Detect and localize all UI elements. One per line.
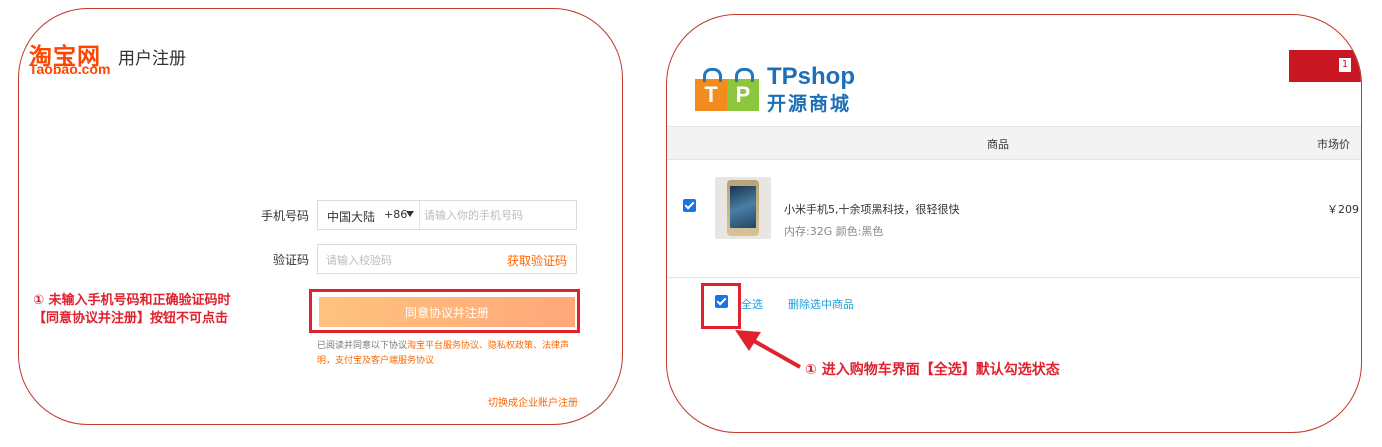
switch-enterprise-link[interactable]: 切换成企业账户注册 [488,394,578,409]
annotation-line-1: ① 未输入手机号码和正确验证码时 [33,293,231,308]
agreement-prefix: 已阅读并同意以下协议 [317,341,408,351]
agreement-text: 已阅读并同意以下协议淘宝平台服务协议、隐私权政策、法律声明，支付宝及客户端服务协… [317,339,579,369]
annotation-right: ① 进入购物车界面【全选】默认勾选状态 [805,362,1060,378]
divider [419,201,420,229]
country-select[interactable]: 中国大陆 [327,208,375,225]
phone-input[interactable] [422,203,574,227]
taobao-register-panel: 淘宝网 Taobao.com 用户注册 手机号码 中国大陆 +86 验证码 获取… [18,8,623,425]
agree-register-button[interactable]: 同意协议并注册 [319,297,575,327]
phone-field-group: 中国大陆 +86 [317,200,577,230]
taobao-logo-en: Taobao.com [29,61,111,77]
verification-code-input[interactable] [324,248,488,272]
taobao-logo[interactable]: 淘宝网 Taobao.com [25,37,117,81]
get-code-button[interactable]: 获取验证码 [507,252,567,269]
country-code[interactable]: +86 [384,208,407,221]
tpshop-cart-panel: T P TPshop 开源商城 1 商品 市场价 小米手机5,十余项黑科技，很轻… [666,14,1362,433]
code-field-group: 获取验证码 [317,244,577,274]
page-title: 用户注册 [118,49,186,69]
annotation-line-2: 【同意协议并注册】按钮不可点击 [33,311,229,326]
code-label: 验证码 [272,253,309,267]
annotation-left: ① 未输入手机号码和正确验证码时 【同意协议并注册】按钮不可点击 [33,292,231,328]
phone-label: 手机号码 [260,209,309,223]
chevron-down-icon[interactable] [406,211,414,217]
